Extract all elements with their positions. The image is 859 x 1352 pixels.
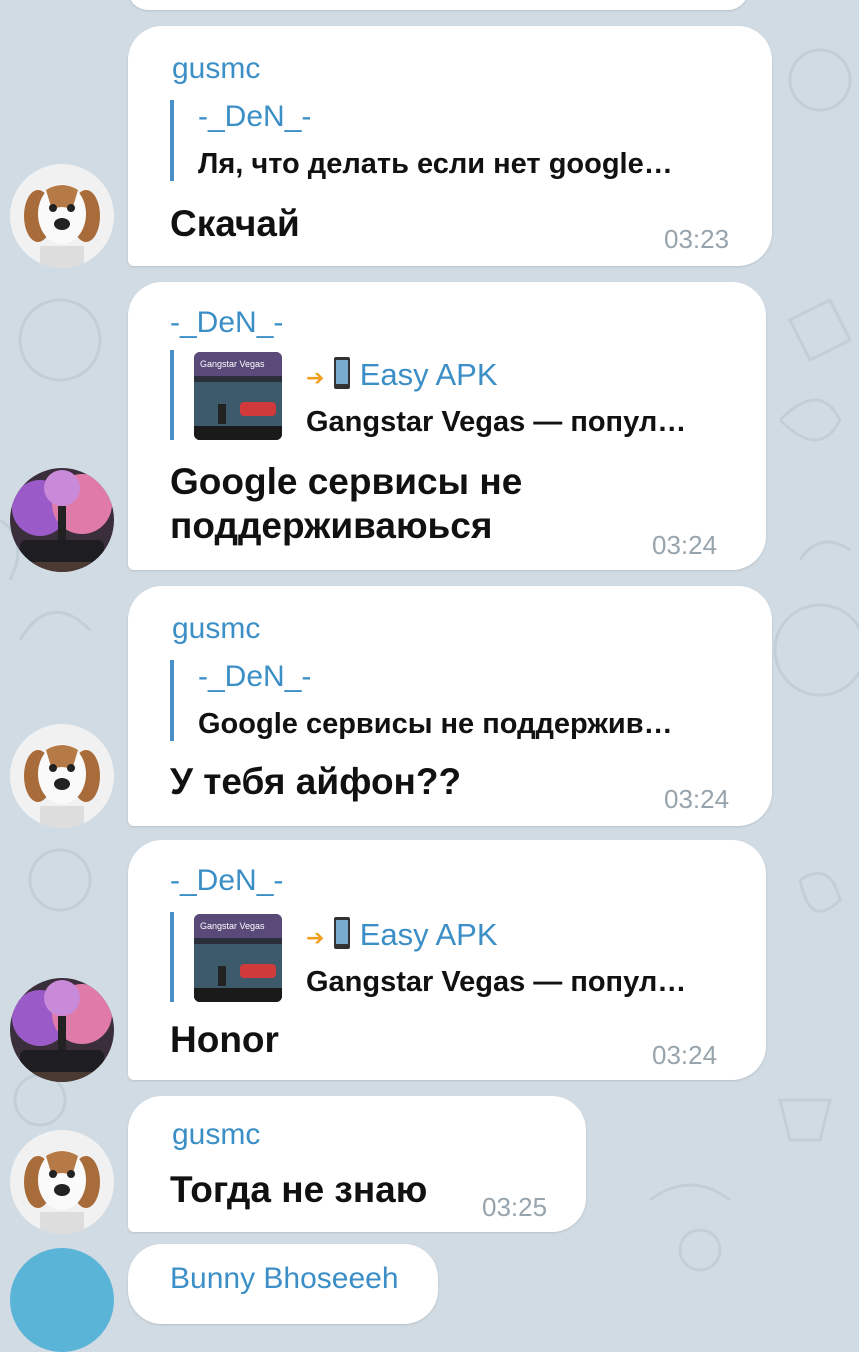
smoke-car-avatar[interactable] bbox=[10, 468, 114, 572]
link-preview[interactable]: Gangstar Vegas ➔ Easy APK Gangstar Vegas… bbox=[170, 350, 734, 440]
reply-preview-text: Google сервисы не поддержив… bbox=[198, 708, 673, 740]
gangstar-thumbnail-image: Gangstar Vegas bbox=[194, 914, 282, 1002]
message-time: 03:25 bbox=[482, 1192, 548, 1222]
thumbnail-label: Gangstar Vegas bbox=[200, 921, 265, 931]
message-text: Honor bbox=[170, 1019, 279, 1060]
puppy-avatar-image bbox=[10, 724, 114, 828]
message-bubble[interactable]: gusmc Тогда не знаю 03:25 bbox=[128, 1096, 586, 1232]
message-text: У тебя айфон?? bbox=[170, 761, 462, 802]
reply-quote[interactable]: -_DeN_- Google сервисы не поддержив… bbox=[170, 660, 673, 741]
link-title-text: Easy APK bbox=[359, 357, 498, 393]
phone-icon bbox=[333, 356, 351, 398]
message-time: 03:24 bbox=[652, 1040, 718, 1070]
message-time: 03:24 bbox=[652, 530, 718, 560]
sender-name[interactable]: -_DeN_- bbox=[170, 306, 283, 340]
link-title-text: Easy APK bbox=[359, 917, 498, 953]
message-bubble[interactable]: gusmc -_DeN_- Ля, что делать если нет go… bbox=[128, 26, 772, 266]
link-preview[interactable]: Gangstar Vegas ➔ Easy APK Gangstar Vegas… bbox=[170, 912, 734, 1002]
message-text: Тогда не знаю bbox=[170, 1169, 428, 1210]
puppy-avatar[interactable] bbox=[10, 164, 114, 268]
reply-author: -_DeN_- bbox=[198, 660, 312, 693]
message-bubble[interactable]: Bunny Bhoseeeh bbox=[128, 1244, 438, 1324]
puppy-avatar[interactable] bbox=[10, 724, 114, 828]
link-preview-title[interactable]: ➔ Easy APK bbox=[306, 916, 498, 958]
message-bubble[interactable]: -_DeN_- Gangstar Vegas ➔ Easy APK Gangst… bbox=[128, 282, 766, 570]
link-preview-title[interactable]: ➔ Easy APK bbox=[306, 356, 498, 398]
link-preview-description: Gangstar Vegas — попул… bbox=[306, 406, 687, 438]
arrow-right-icon: ➔ bbox=[306, 365, 325, 391]
gangstar-thumbnail-image: Gangstar Vegas bbox=[194, 352, 282, 440]
smoke-car-avatar-image bbox=[10, 978, 114, 1082]
sender-name[interactable]: gusmc bbox=[172, 1118, 260, 1152]
reply-author: -_DeN_- bbox=[198, 100, 312, 133]
sender-name[interactable]: gusmc bbox=[172, 612, 260, 646]
message-text: Скачай bbox=[170, 203, 300, 244]
reply-quote[interactable]: -_DeN_- Ля, что делать если нет google… bbox=[170, 100, 673, 181]
link-preview-thumbnail[interactable]: Gangstar Vegas bbox=[194, 914, 282, 1002]
puppy-avatar-image bbox=[10, 1130, 114, 1234]
reply-preview-text: Ля, что делать если нет google… bbox=[198, 148, 673, 180]
message-text: Google сервисы не поддерживаюься bbox=[170, 460, 522, 548]
link-preview-description: Gangstar Vegas — попул… bbox=[306, 966, 687, 998]
message-bubble[interactable]: -_DeN_- Gangstar Vegas ➔ Easy APK Gangst… bbox=[128, 840, 766, 1080]
sender-name[interactable]: Bunny Bhoseeeh bbox=[170, 1262, 399, 1296]
sender-name[interactable]: gusmc bbox=[172, 52, 260, 86]
smoke-car-avatar[interactable] bbox=[10, 978, 114, 1082]
puppy-avatar-image bbox=[10, 164, 114, 268]
message-time: 03:24 bbox=[664, 784, 730, 814]
previous-message-bubble[interactable] bbox=[128, 0, 748, 10]
arrow-right-icon: ➔ bbox=[306, 925, 325, 951]
phone-icon bbox=[333, 916, 351, 958]
link-preview-thumbnail[interactable]: Gangstar Vegas bbox=[194, 352, 282, 440]
message-bubble[interactable]: gusmc -_DeN_- Google сервисы не поддержи… bbox=[128, 586, 772, 826]
message-text-line: Google сервисы не bbox=[170, 461, 523, 502]
message-text-line: поддерживаюься bbox=[170, 505, 493, 546]
puppy-avatar[interactable] bbox=[10, 1130, 114, 1234]
smoke-car-avatar-image bbox=[10, 468, 114, 572]
sender-name[interactable]: -_DeN_- bbox=[170, 864, 283, 898]
message-time: 03:23 bbox=[664, 224, 730, 254]
thumbnail-label: Gangstar Vegas bbox=[200, 359, 265, 369]
contact-avatar[interactable] bbox=[10, 1248, 114, 1352]
